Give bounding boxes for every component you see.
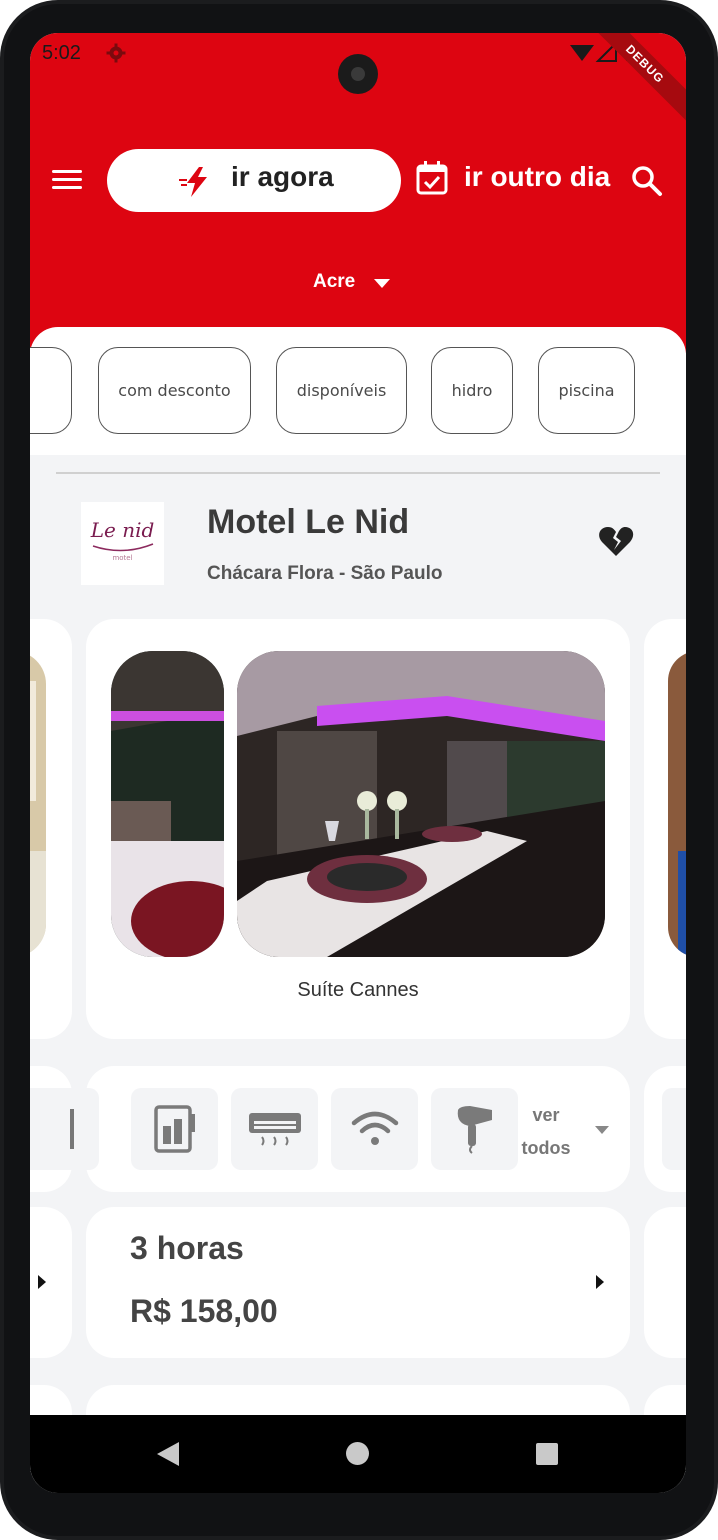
- suite-photo: [668, 651, 686, 957]
- system-nav-bar: [30, 1415, 686, 1493]
- price-card-prev[interactable]: [30, 1207, 72, 1358]
- calendar-icon[interactable]: [416, 161, 448, 195]
- header: 5:02 DEBUG ir agora ir outro dia Acre: [30, 33, 686, 353]
- suite-photo-left: [111, 651, 224, 957]
- home-icon[interactable]: [346, 1442, 369, 1465]
- logo-swoosh: [92, 543, 154, 552]
- region-selector[interactable]: Acre: [313, 271, 355, 293]
- filter-chip-pool[interactable]: piscina: [538, 347, 635, 434]
- lightning-icon: [179, 167, 207, 197]
- motel-name[interactable]: Motel Le Nid: [207, 503, 409, 542]
- amenity-item: [231, 1088, 318, 1170]
- amenity-item: [331, 1088, 418, 1170]
- recent-apps-icon[interactable]: [536, 1443, 558, 1465]
- amenity-item: [662, 1088, 686, 1170]
- chevron-down-icon[interactable]: [374, 279, 390, 288]
- air-conditioning-icon: [248, 1113, 301, 1146]
- amenities-card-next[interactable]: [644, 1066, 686, 1192]
- amenity-item: [131, 1088, 218, 1170]
- suite-card[interactable]: [86, 619, 630, 1039]
- hidden-amenity-icon: [69, 1109, 74, 1149]
- menu-icon[interactable]: [52, 168, 84, 192]
- chevron-down-icon[interactable]: [595, 1126, 609, 1134]
- amenity-item: [431, 1088, 518, 1170]
- back-icon[interactable]: [157, 1442, 179, 1466]
- wifi-icon: [351, 1111, 398, 1145]
- suite-photo: [30, 651, 46, 957]
- arrow-right-icon[interactable]: [38, 1275, 46, 1289]
- filter-bar: com desconto disponíveis hidro piscina: [30, 327, 686, 455]
- settings-gear-icon: [106, 43, 126, 63]
- minibar-icon: [153, 1105, 195, 1153]
- front-camera: [338, 54, 378, 94]
- price-card-next[interactable]: [644, 1207, 686, 1358]
- go-now-label: ir agora: [231, 161, 334, 192]
- hair-dryer-icon: [457, 1106, 492, 1154]
- filter-chip-hydro[interactable]: hidro: [431, 347, 513, 434]
- app-screen: 5:02 DEBUG ir agora ir outro dia Acre co…: [30, 33, 686, 1493]
- price: R$ 158,00: [130, 1293, 278, 1329]
- filter-chip-discount[interactable]: com desconto: [98, 347, 251, 434]
- suite-photo-main: [237, 651, 605, 957]
- filter-chip-available[interactable]: disponíveis: [276, 347, 407, 434]
- arrow-right-icon[interactable]: [596, 1275, 604, 1289]
- broken-heart-icon[interactable]: [598, 526, 634, 558]
- suite-card-prev[interactable]: [30, 619, 72, 1039]
- suite-card-next[interactable]: [644, 619, 686, 1039]
- amenity-item: [30, 1088, 99, 1170]
- other-day-button[interactable]: ir outro dia: [464, 161, 610, 193]
- filter-chip-hidden[interactable]: [30, 347, 72, 434]
- divider: [56, 472, 660, 474]
- duration: 3 horas: [130, 1230, 244, 1266]
- motel-location: Chácara Flora - São Paulo: [207, 563, 443, 584]
- suite-name: Suíte Cannes: [297, 979, 419, 1001]
- search-icon[interactable]: [631, 165, 663, 197]
- motel-logo: Le nid motel: [81, 502, 164, 585]
- view-all-amenities-button[interactable]: ver todos: [514, 1099, 578, 1165]
- go-now-button[interactable]: ir agora: [107, 149, 401, 212]
- status-time: 5:02: [42, 42, 81, 64]
